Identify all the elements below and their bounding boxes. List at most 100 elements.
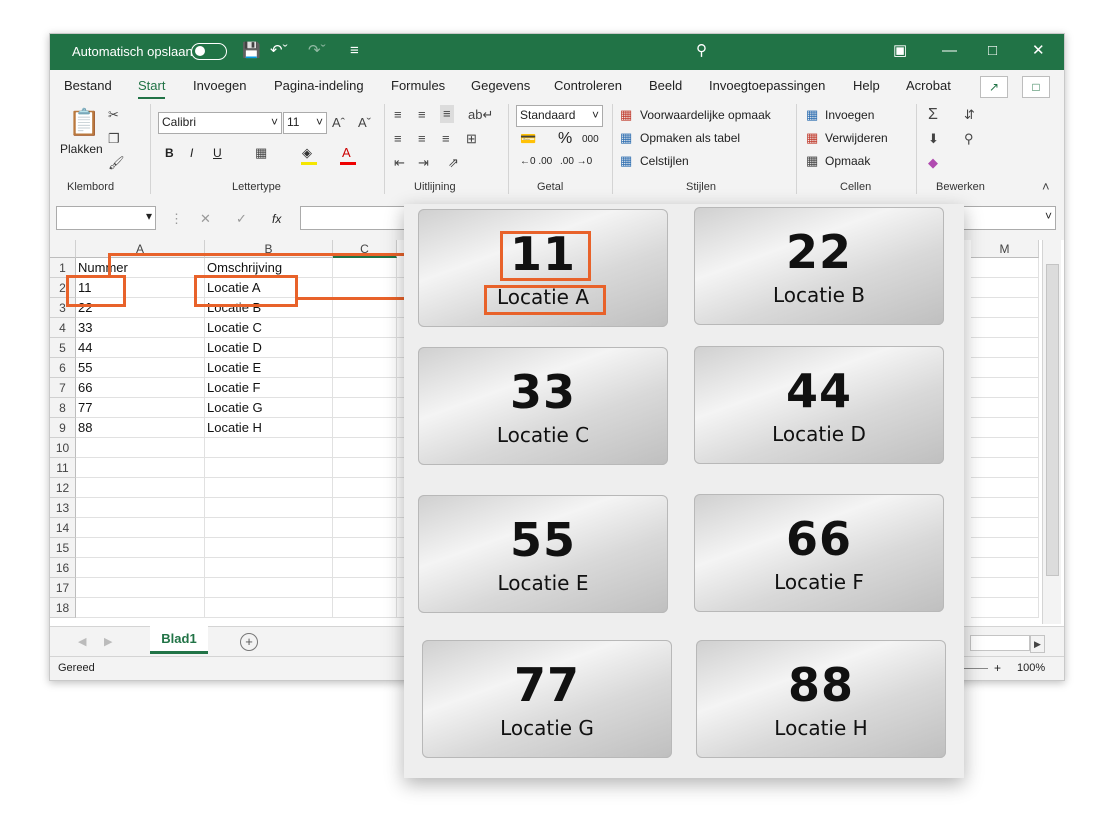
- accounting-format-icon[interactable]: 💳: [520, 132, 536, 146]
- delete-cells-button[interactable]: Verwijderen: [825, 131, 888, 145]
- table-cell[interactable]: [205, 458, 333, 478]
- name-box[interactable]: ▾: [56, 206, 156, 230]
- table-cell[interactable]: [971, 318, 1039, 338]
- increase-font-icon[interactable]: Aˆ: [332, 116, 345, 130]
- table-cell[interactable]: [76, 538, 205, 558]
- table-cell[interactable]: Locatie E: [205, 358, 333, 378]
- sort-filter-icon[interactable]: ⇵: [964, 108, 975, 122]
- conditional-format-button[interactable]: Voorwaardelijke opmaak: [640, 108, 771, 122]
- tab-beeld[interactable]: Beeld: [649, 78, 682, 93]
- format-as-table-button[interactable]: Opmaken als tabel: [640, 131, 740, 145]
- sheet-tab-blad1[interactable]: Blad1: [150, 626, 208, 654]
- insert-cells-button[interactable]: Invoegen: [825, 108, 874, 122]
- share-button[interactable]: ↗: [980, 76, 1008, 98]
- table-cell[interactable]: [971, 518, 1039, 538]
- table-cell[interactable]: [971, 298, 1039, 318]
- table-cell[interactable]: [971, 378, 1039, 398]
- scroll-left-icon[interactable]: ◀: [78, 635, 86, 649]
- conditional-format-icon[interactable]: ▦: [620, 108, 632, 122]
- table-cell[interactable]: Locatie C: [205, 318, 333, 338]
- table-cell[interactable]: [205, 518, 333, 538]
- row-header[interactable]: 11: [50, 458, 76, 478]
- vertical-scroll-thumb[interactable]: [1046, 264, 1059, 576]
- search-icon[interactable]: ⚲: [696, 42, 707, 60]
- orientation-icon[interactable]: ⇗: [448, 156, 459, 170]
- table-cell[interactable]: 66: [76, 378, 205, 398]
- customize-toolbar-icon[interactable]: ≡: [350, 42, 359, 60]
- autosave-toggle[interactable]: [191, 43, 227, 60]
- table-cell[interactable]: [333, 378, 397, 398]
- table-cell[interactable]: 55: [76, 358, 205, 378]
- table-cell[interactable]: [333, 258, 397, 278]
- align-center-icon[interactable]: ≡: [418, 132, 426, 146]
- row-header[interactable]: 5: [50, 338, 76, 358]
- fill-icon[interactable]: ⬇: [928, 132, 939, 146]
- table-cell[interactable]: [971, 598, 1039, 618]
- table-cell[interactable]: 88: [76, 418, 205, 438]
- table-cell[interactable]: Locatie F: [205, 378, 333, 398]
- vertical-scrollbar[interactable]: [1042, 240, 1061, 624]
- table-cell[interactable]: [971, 558, 1039, 578]
- table-cell[interactable]: 33: [76, 318, 205, 338]
- table-cell[interactable]: [971, 338, 1039, 358]
- table-cell[interactable]: Locatie G: [205, 398, 333, 418]
- row-header[interactable]: 17: [50, 578, 76, 598]
- row-header[interactable]: 13: [50, 498, 76, 518]
- delete-cells-icon[interactable]: ▦: [806, 131, 818, 145]
- table-cell[interactable]: [333, 358, 397, 378]
- align-left-icon[interactable]: ≡: [394, 132, 402, 146]
- table-cell[interactable]: [205, 478, 333, 498]
- table-cell[interactable]: [971, 358, 1039, 378]
- horizontal-scrollbar[interactable]: [970, 635, 1030, 651]
- table-cell[interactable]: [971, 578, 1039, 598]
- table-cell[interactable]: [333, 418, 397, 438]
- align-middle-icon[interactable]: ≡: [418, 108, 426, 122]
- cut-icon[interactable]: ✂: [108, 108, 119, 122]
- italic-button[interactable]: I: [190, 146, 193, 160]
- insert-cells-icon[interactable]: ▦: [806, 108, 818, 122]
- table-cell[interactable]: [333, 558, 397, 578]
- increase-indent-icon[interactable]: ⇥: [418, 156, 429, 170]
- undo-icon[interactable]: ↶ˇ: [270, 42, 288, 60]
- table-cell[interactable]: Locatie D: [205, 338, 333, 358]
- cell-styles-icon[interactable]: ▦: [620, 154, 632, 168]
- save-icon[interactable]: 💾: [242, 42, 261, 60]
- cell-styles-button[interactable]: Celstijlen: [640, 154, 689, 168]
- merge-center-icon[interactable]: ⊞: [466, 132, 477, 146]
- thousands-button[interactable]: 000: [582, 134, 599, 145]
- table-cell[interactable]: [971, 458, 1039, 478]
- add-sheet-button[interactable]: +: [240, 633, 258, 651]
- tab-gegevens[interactable]: Gegevens: [471, 78, 530, 93]
- format-cells-icon[interactable]: ▦: [806, 154, 818, 168]
- table-cell[interactable]: [333, 278, 397, 298]
- zoom-level[interactable]: 100%: [1017, 662, 1045, 674]
- table-cell[interactable]: [205, 558, 333, 578]
- tab-invoegen[interactable]: Invoegen: [193, 78, 247, 93]
- copy-icon[interactable]: ❐: [108, 132, 120, 146]
- increase-decimal-button[interactable]: ←0 .00: [520, 156, 552, 167]
- borders-icon[interactable]: ▦: [255, 146, 267, 160]
- table-cell[interactable]: [333, 438, 397, 458]
- table-cell[interactable]: [333, 578, 397, 598]
- zoom-in-button[interactable]: +: [994, 661, 1001, 675]
- table-cell[interactable]: 77: [76, 398, 205, 418]
- table-cell[interactable]: [76, 498, 205, 518]
- font-name-select[interactable]: Calibri ˅: [158, 112, 282, 134]
- bold-button[interactable]: B: [165, 146, 174, 160]
- wrap-text-icon[interactable]: ab↵: [468, 108, 493, 122]
- row-header[interactable]: 4: [50, 318, 76, 338]
- row-header[interactable]: 6: [50, 358, 76, 378]
- select-all-corner[interactable]: [50, 240, 76, 258]
- collapse-ribbon-icon[interactable]: ˄: [1042, 180, 1050, 194]
- table-cell[interactable]: [333, 298, 397, 318]
- table-cell[interactable]: [76, 598, 205, 618]
- redo-icon[interactable]: ↷ˇ: [308, 42, 326, 60]
- find-select-icon[interactable]: ⚲: [964, 132, 974, 146]
- table-cell[interactable]: [971, 418, 1039, 438]
- paste-label[interactable]: Plakken: [60, 142, 103, 156]
- tab-invoegtoepassingen[interactable]: Invoegtoepassingen: [709, 78, 825, 93]
- table-cell[interactable]: [205, 598, 333, 618]
- format-as-table-icon[interactable]: ▦: [620, 131, 632, 145]
- font-size-select[interactable]: 11 ˅: [283, 112, 327, 134]
- row-header[interactable]: 15: [50, 538, 76, 558]
